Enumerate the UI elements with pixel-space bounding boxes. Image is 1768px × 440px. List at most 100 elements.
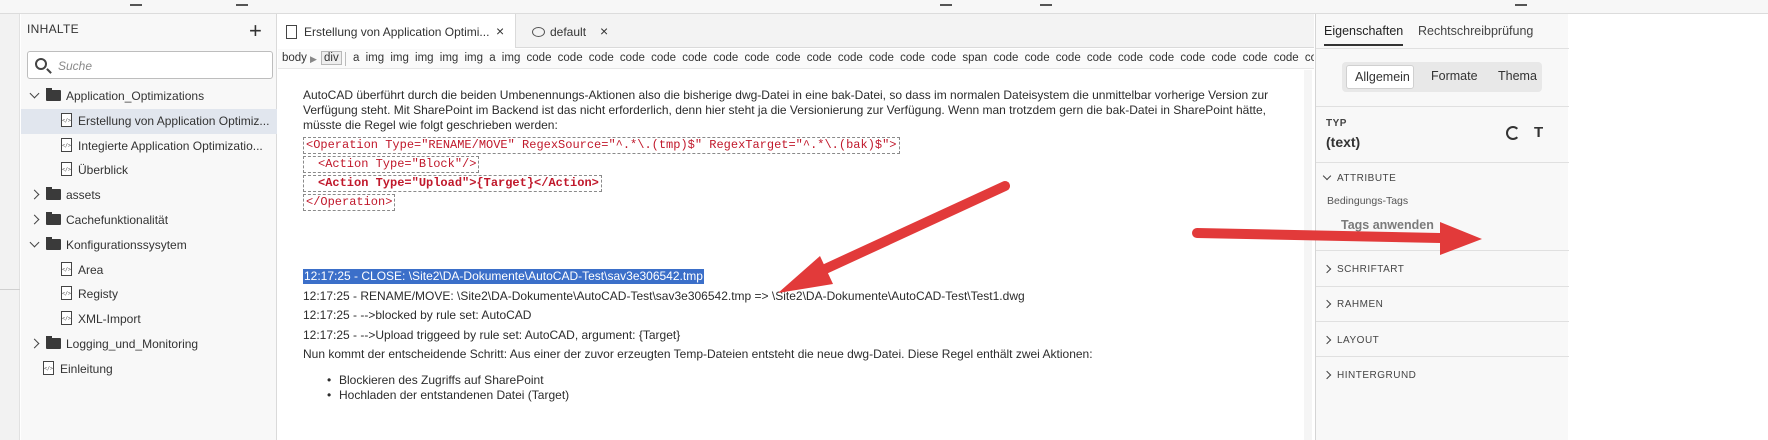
search-placeholder: Suche — [58, 59, 93, 73]
tree-item-label: Logging_und_Monitoring — [66, 336, 199, 351]
chevron-right-icon[interactable] — [29, 338, 40, 349]
properties-segmented-control: Allgemein Formate Thema — [1342, 62, 1542, 92]
document-icon — [286, 25, 297, 39]
log-line[interactable]: 12:17:25 - RENAME/MOVE: \Site2\DA-Dokume… — [303, 289, 1025, 304]
content-tree: Application_Optimizations Erstellung von … — [21, 84, 277, 382]
type-label: TYP — [1326, 118, 1347, 129]
chevron-right-icon — [1322, 335, 1332, 345]
tree-item[interactable]: Konfigurationssysytem — [21, 233, 277, 258]
chevron-right-icon — [1322, 370, 1332, 380]
topic-file-icon — [61, 286, 72, 301]
chevron-right-icon — [1322, 264, 1332, 274]
document-content[interactable]: AutoCAD überführt durch die beiden Umben… — [303, 88, 1293, 403]
tree-item-label: Einleitung — [60, 361, 113, 376]
paragraph-next-step[interactable]: Nun kommt der entscheidende Schritt: Aus… — [303, 347, 1093, 362]
tree-item[interactable]: Area — [21, 258, 277, 283]
properties-panel: Eigenschaften Rechtschreibprüfung Allgem… — [1315, 14, 1569, 440]
breadcrumb-body[interactable]: body — [282, 52, 307, 64]
topic-file-icon — [61, 137, 72, 152]
chevron-right-icon[interactable] — [29, 214, 40, 225]
tree-item-label: Überblick — [78, 163, 129, 178]
search-icon — [35, 58, 47, 70]
toolbar-table-icon[interactable] — [1040, 0, 1052, 6]
preset-icon — [532, 27, 545, 37]
folder-icon — [46, 236, 61, 250]
log-line[interactable]: 12:17:25 - -->blocked by rule set: AutoC… — [303, 308, 531, 323]
segment-allgemein[interactable]: Allgemein — [1346, 65, 1414, 89]
tab-label: default — [550, 25, 587, 39]
close-icon[interactable]: × — [496, 23, 504, 39]
conditional-tags-label: Bedingungs-Tags — [1327, 195, 1409, 207]
list-item[interactable]: Blockieren des Zugriffs auf SharePoint — [327, 373, 569, 388]
list-item[interactable]: Hochladen der entstandenen Datei (Target… — [327, 388, 569, 403]
segment-thema[interactable]: Thema — [1498, 69, 1537, 83]
apply-tags-button[interactable]: Tags anwenden — [1341, 218, 1434, 232]
segment-formate[interactable]: Formate — [1431, 69, 1478, 83]
tree-item[interactable]: Erstellung von Application Optimiz... — [21, 108, 277, 134]
toolbar-edit-icon[interactable] — [130, 0, 142, 6]
tree-item[interactable]: Einleitung — [21, 357, 277, 382]
tab-eigenschaften[interactable]: Eigenschaften — [1324, 24, 1404, 46]
refresh-icon[interactable] — [1506, 126, 1520, 140]
tree-item[interactable]: Cachefunktionalität — [21, 208, 277, 233]
breadcrumb-child-tags[interactable]: a img img img img img a img code code co… — [353, 52, 1314, 64]
breadcrumb-separator: ▶ — [310, 54, 317, 64]
tree-item-label: XML-Import — [78, 312, 141, 327]
log-line-selected[interactable]: 12:17:25 - CLOSE: \Site2\DA-Dokumente\Au… — [303, 269, 704, 284]
tree-item[interactable]: Überblick — [21, 158, 277, 183]
tree-item[interactable]: assets — [21, 183, 277, 208]
tab-rechtschreibpruefung[interactable]: Rechtschreibprüfung — [1418, 24, 1533, 38]
tab-default[interactable]: default × — [524, 14, 624, 48]
topic-file-icon — [43, 360, 54, 375]
code-line-operation-end[interactable]: </Operation> — [303, 194, 396, 211]
top-toolbar — [0, 0, 1768, 14]
bullet-list[interactable]: Blockieren des Zugriffs auf SharePoint H… — [327, 373, 569, 403]
toolbar-list-icon[interactable] — [940, 0, 952, 6]
folder-icon — [46, 88, 61, 101]
tree-item-label: Area — [78, 262, 104, 277]
tab-label: Erstellung von Application Optimi... — [304, 25, 490, 39]
tree-item-label: Erstellung von Application Optimiz... — [78, 113, 270, 128]
folder-icon — [46, 211, 61, 225]
tree-item[interactable]: XML-Import — [21, 307, 277, 332]
editor-scrollbar[interactable] — [1304, 70, 1312, 440]
app-window: INHALTE + Suche Application_Optimization… — [0, 0, 1768, 440]
tree-item[interactable]: Logging_und_Monitoring — [21, 332, 277, 357]
folder-icon — [46, 335, 61, 349]
tree-item-label: Application_Optimizations — [66, 89, 205, 103]
tree-item[interactable]: Registy — [21, 282, 277, 307]
paragraph-intro[interactable]: AutoCAD überführt durch die beiden Umben… — [303, 88, 1288, 133]
log-line[interactable]: 12:17:25 - -->Upload triggeed by rule se… — [303, 328, 680, 343]
content-panel: INHALTE + Suche Application_Optimization… — [21, 14, 277, 440]
add-icon[interactable]: + — [249, 20, 262, 42]
chevron-right-icon — [1322, 299, 1332, 309]
toolbar-panel-icon[interactable] — [1515, 0, 1527, 6]
toolbar-search-icon[interactable] — [236, 0, 248, 6]
code-line-action-upload[interactable]: <Action Type="Upload">{Target}</Action> — [303, 175, 602, 192]
editor-area: Erstellung von Application Optimi... × d… — [278, 14, 1314, 440]
chevron-down-icon[interactable] — [29, 237, 40, 248]
editor-tabs: Erstellung von Application Optimi... × d… — [278, 14, 1314, 48]
topic-file-icon — [61, 162, 72, 177]
close-icon[interactable]: × — [600, 23, 608, 39]
tree-item-label: Cachefunktionalität — [66, 212, 169, 227]
topic-file-icon — [61, 261, 72, 276]
topic-file-icon — [61, 311, 72, 326]
tab-erstellung[interactable]: Erstellung von Application Optimi... × — [278, 14, 516, 48]
tree-item[interactable]: Application_Optimizations — [21, 84, 277, 109]
chevron-right-icon[interactable] — [29, 189, 40, 200]
content-panel-title: INHALTE — [27, 22, 79, 36]
breadcrumb-div[interactable]: div — [321, 51, 342, 65]
code-line-operation[interactable]: <Operation Type="RENAME/MOVE" RegexSourc… — [303, 137, 900, 154]
chevron-down-icon[interactable] — [29, 88, 40, 99]
search-field[interactable]: Suche — [27, 51, 273, 79]
folder-icon — [46, 187, 61, 201]
tree-item-label: assets — [66, 188, 101, 203]
topic-file-icon — [61, 112, 72, 127]
tree-item[interactable]: Integierte Application Optimizatio... — [21, 134, 277, 159]
code-line-action-block[interactable]: <Action Type="Block"/> — [303, 156, 480, 173]
type-value: (text) — [1326, 134, 1361, 150]
properties-tabs: Eigenschaften Rechtschreibprüfung — [1316, 14, 1569, 46]
element-breadcrumb: body ▶ div a img img img img img a img c… — [278, 49, 1314, 69]
clear-format-icon[interactable]: T — [1534, 124, 1543, 141]
